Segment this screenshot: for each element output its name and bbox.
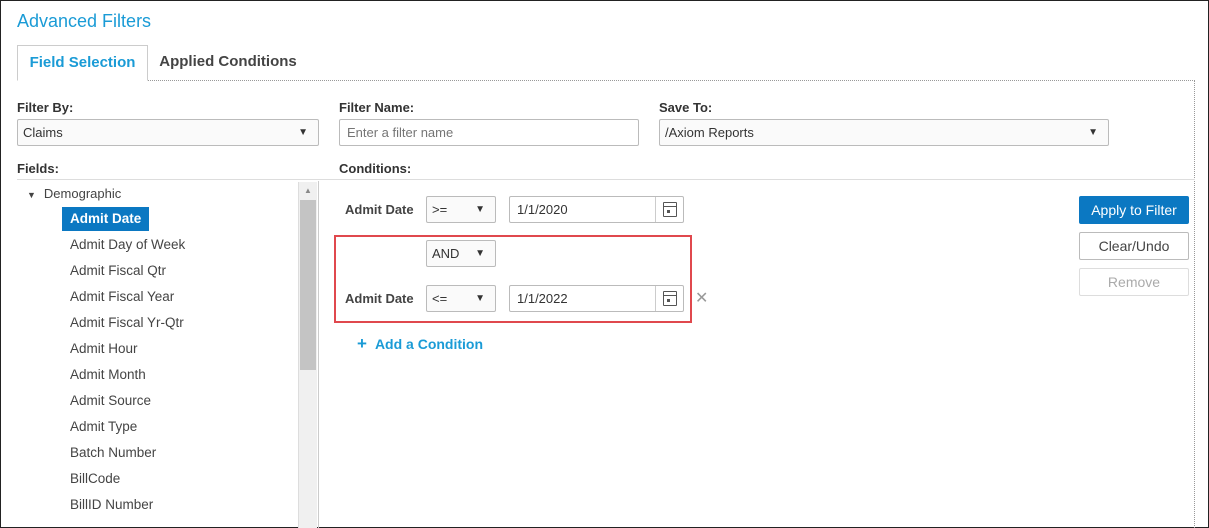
filter-by-label: Filter By: xyxy=(17,100,74,115)
field-item[interactable]: Admit Fiscal Yr-Qtr xyxy=(62,311,192,335)
tab-applied-conditions[interactable]: Applied Conditions xyxy=(148,45,308,81)
chevron-down-icon: ▼ xyxy=(475,293,485,304)
field-item[interactable]: BillID Number xyxy=(62,493,161,517)
field-item[interactable]: Admit Hour xyxy=(62,337,146,361)
field-item[interactable]: Admit Type xyxy=(62,415,145,439)
divider xyxy=(17,179,1195,180)
apply-to-filter-button[interactable]: Apply to Filter xyxy=(1079,196,1189,224)
condition-field-label: Admit Date xyxy=(345,291,414,306)
filter-name-input[interactable] xyxy=(339,119,639,146)
tree-group-label: Demographic xyxy=(43,186,122,201)
joiner-select[interactable]: AND ▼ xyxy=(426,240,496,267)
field-item[interactable]: Batch Number xyxy=(62,441,164,465)
add-condition-link[interactable]: + Add a Condition xyxy=(357,334,483,354)
field-item[interactable]: Admit Month xyxy=(62,363,154,387)
remove-condition-icon[interactable]: ✕ xyxy=(695,288,708,308)
scrollbar-thumb[interactable] xyxy=(300,200,316,370)
operator-select[interactable]: <= ▼ xyxy=(426,285,496,312)
field-item[interactable]: Admit Source xyxy=(62,389,159,413)
clear-undo-button[interactable]: Clear/Undo xyxy=(1079,232,1189,260)
fields-label: Fields: xyxy=(17,161,59,176)
date-input[interactable]: 1/1/2020 xyxy=(509,196,684,223)
chevron-down-icon: ▼ xyxy=(475,248,485,259)
advanced-filters-window: Advanced Filters Field Selection Applied… xyxy=(0,0,1209,528)
date-input[interactable]: 1/1/2022 xyxy=(509,285,684,312)
field-item-admit-date[interactable]: Admit Date xyxy=(62,207,150,231)
filter-by-value: Claims xyxy=(23,125,63,140)
joiner-value: AND xyxy=(432,246,460,261)
field-item[interactable]: Admit Fiscal Qtr xyxy=(62,259,174,283)
chevron-down-icon: ▼ xyxy=(1088,127,1098,138)
filter-name-label: Filter Name: xyxy=(339,100,415,115)
expand-triangle-icon[interactable]: ▼ xyxy=(27,190,36,200)
operator-value: >= xyxy=(432,202,448,217)
conditions-label: Conditions: xyxy=(339,161,412,176)
fields-tree: ▼ Demographic Admit Date Admit Day of Wee… xyxy=(17,181,319,528)
save-to-select[interactable]: /Axiom Reports ▼ xyxy=(659,119,1109,146)
field-item[interactable]: BillCode xyxy=(62,467,128,491)
operator-value: <= xyxy=(432,291,448,306)
save-to-label: Save To: xyxy=(659,100,713,115)
tree-group-demographic[interactable]: ▼ Demographic xyxy=(27,186,121,201)
calendar-icon[interactable] xyxy=(663,291,677,306)
operator-select[interactable]: >= ▼ xyxy=(426,196,496,223)
field-item[interactable]: Admit Day of Week xyxy=(62,233,193,257)
remove-button[interactable]: Remove xyxy=(1079,268,1189,296)
add-condition-label: Add a Condition xyxy=(374,336,484,352)
divider xyxy=(655,197,656,222)
save-to-value: /Axiom Reports xyxy=(665,125,754,140)
tab-field-selection[interactable]: Field Selection xyxy=(17,45,148,81)
condition-field-label: Admit Date xyxy=(345,202,414,217)
date-value: 1/1/2022 xyxy=(517,291,568,306)
filter-by-select[interactable]: Claims ▼ xyxy=(17,119,319,146)
page-title: Advanced Filters xyxy=(17,11,152,31)
chevron-down-icon: ▼ xyxy=(298,127,308,138)
fields-scrollbar[interactable]: ▲ xyxy=(298,182,317,528)
divider xyxy=(655,286,656,311)
chevron-down-icon: ▼ xyxy=(475,204,485,215)
field-item[interactable]: Admit Fiscal Year xyxy=(62,285,182,309)
scroll-up-arrow-icon[interactable]: ▲ xyxy=(299,182,317,200)
date-value: 1/1/2020 xyxy=(517,202,568,217)
calendar-icon[interactable] xyxy=(663,202,677,217)
plus-icon: + xyxy=(357,334,367,353)
